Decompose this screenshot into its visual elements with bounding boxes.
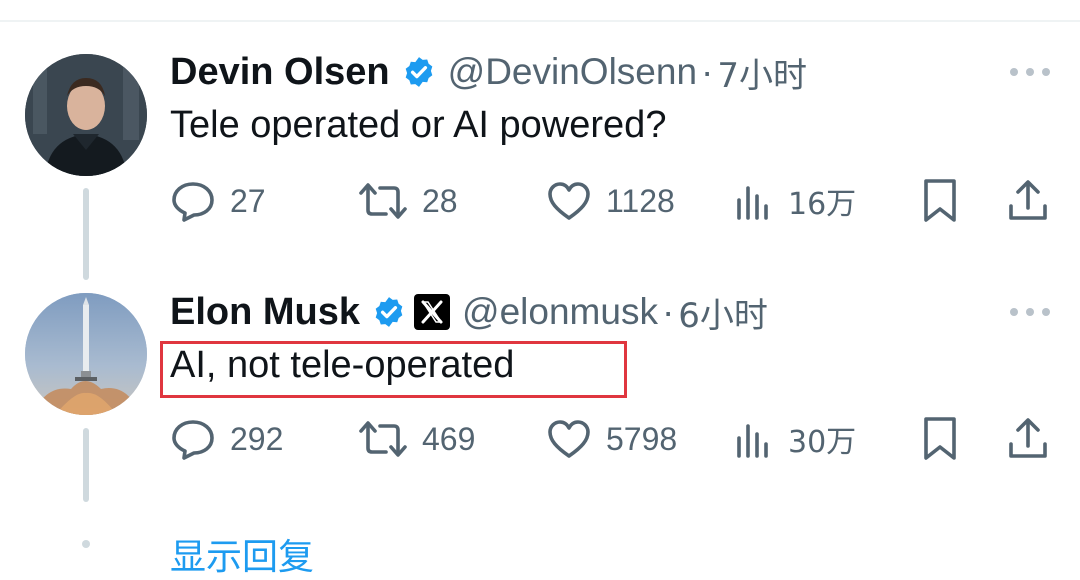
like-button[interactable]: 1128 [546,176,675,226]
reply-count: 27 [230,182,266,219]
retweet-count: 28 [422,182,458,219]
like-count: 5798 [606,420,678,457]
retweet-button[interactable]: 28 [358,176,458,226]
views-icon [734,418,774,460]
view-count: 30万 [788,425,857,460]
bookmark-icon [920,178,960,224]
share-icon [1006,178,1050,224]
reply-icon [170,180,216,222]
views-button[interactable]: 16万 [734,176,856,226]
like-icon [546,418,592,460]
avatar[interactable] [25,54,147,176]
more-icon[interactable] [1010,306,1050,318]
author-handle[interactable]: @elonmusk [462,291,658,333]
timestamp[interactable]: 7小时 [717,48,807,97]
share-button[interactable] [1006,414,1050,464]
separator-dot: · [701,51,714,92]
highlight-annotation [160,341,627,398]
like-button[interactable]: 5798 [546,414,677,464]
avatar[interactable] [25,293,147,415]
tweet-text: Tele operated or AI powered? [170,104,667,146]
more-icon[interactable] [1010,66,1050,78]
tweet-actions: 292 469 5798 30万 [170,414,1060,464]
timestamp[interactable]: 6小时 [678,288,768,337]
retweet-button[interactable]: 469 [358,414,475,464]
retweet-icon [358,418,408,460]
tweet-header: Elon Musk @elonmusk · 6小时 [170,288,768,337]
bookmark-icon [920,416,960,462]
reply-button[interactable]: 292 [170,414,283,464]
separator-dot: · [661,291,675,332]
show-replies-link[interactable]: 显示回复 [170,528,314,580]
bookmark-button[interactable] [920,414,960,464]
thread-line [83,428,89,502]
verified-badge-icon [402,55,436,89]
thread-line [83,188,89,280]
view-count: 16万 [788,187,857,222]
verified-badge-icon [372,295,406,329]
bookmark-button[interactable] [920,176,960,226]
views-button[interactable]: 30万 [734,414,856,464]
retweet-icon [358,180,408,222]
tweet-actions: 27 28 1128 16万 [170,176,1060,226]
thread-dot [82,540,90,548]
author-name[interactable]: Elon Musk [170,291,360,334]
reply-icon [170,418,216,460]
share-icon [1006,416,1050,462]
views-icon [734,180,774,222]
x-logo-icon [414,294,451,330]
tweet-header: Devin Olsen @DevinOlsenn · 7小时 [170,48,807,97]
author-handle[interactable]: @DevinOlsenn [448,51,697,93]
share-button[interactable] [1006,176,1050,226]
reply-button[interactable]: 27 [170,176,266,226]
reply-count: 292 [230,420,284,457]
author-name[interactable]: Devin Olsen [170,51,390,94]
top-divider [0,20,1080,22]
like-count: 1128 [606,182,675,219]
like-icon [546,180,592,222]
retweet-count: 469 [422,420,476,457]
